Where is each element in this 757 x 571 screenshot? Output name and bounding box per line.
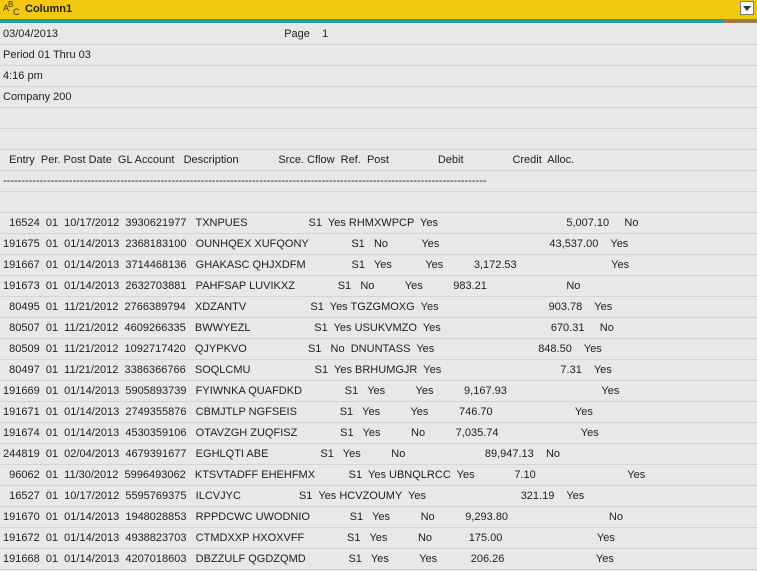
cell-text: ----------------------------------------… xyxy=(3,175,487,187)
column-title[interactable]: Column1 xyxy=(25,3,72,15)
cell-text: 16527 01 10/17/2012 5595769375 ILCVJYC S… xyxy=(3,490,585,502)
table-row[interactable]: 244819 01 02/04/2013 4679391677 EGHLQTI … xyxy=(0,444,757,465)
cell-text: 191675 01 01/14/2013 2368183100 OUNHQEX … xyxy=(3,238,629,250)
table-row[interactable]: 191667 01 01/14/2013 3714468136 GHAKASC … xyxy=(0,255,757,276)
table-row[interactable]: 191675 01 01/14/2013 2368183100 OUNHQEX … xyxy=(0,234,757,255)
cell-text: 191669 01 01/14/2013 5905893739 FYIWNKA … xyxy=(3,385,620,397)
cell-text: Company 200 xyxy=(3,91,72,103)
table-row[interactable]: 80497 01 11/21/2012 3386366766 SOQLCMU S… xyxy=(0,360,757,381)
cell-text: 191667 01 01/14/2013 3714468136 GHAKASC … xyxy=(3,259,630,271)
table-row[interactable]: 80507 01 11/21/2012 4609266335 BWWYEZL S… xyxy=(0,318,757,339)
table-row[interactable]: 80495 01 11/21/2012 2766389794 XDZANTV S… xyxy=(0,297,757,318)
cell-text: 80497 01 11/21/2012 3386366766 SOQLCMU S… xyxy=(3,364,612,376)
cell-text: Entry Per. Post Date GL Account Descript… xyxy=(3,154,575,166)
type-letter-c: C xyxy=(13,7,20,17)
cell-text: 16524 01 10/17/2012 3930621977 TXNPUES S… xyxy=(3,217,639,229)
table-row[interactable]: 03/04/2013 Page 1 xyxy=(0,24,757,45)
table-row[interactable] xyxy=(0,129,757,150)
table-row[interactable]: 191668 01 01/14/2013 4207018603 DBZZULF … xyxy=(0,549,757,570)
cell-text: 191672 01 01/14/2013 4938823703 CTMDXXP … xyxy=(3,532,615,544)
cell-text: 244819 01 02/04/2013 4679391677 EGHLQTI … xyxy=(3,448,561,460)
cell-text: 4:16 pm xyxy=(3,70,43,82)
cell-text: 191670 01 01/14/2013 1948028853 RPPDCWC … xyxy=(3,511,623,523)
table-row[interactable]: 191669 01 01/14/2013 5905893739 FYIWNKA … xyxy=(0,381,757,402)
cell-text: 80509 01 11/21/2012 1092717420 QJYPKVO S… xyxy=(3,343,602,355)
cell-text: 191674 01 01/14/2013 4530359106 OTAVZGH … xyxy=(3,427,599,439)
cell-text: Period 01 Thru 03 xyxy=(3,49,91,61)
table-row[interactable]: 191671 01 01/14/2013 2749355876 CBMJTLP … xyxy=(0,402,757,423)
cell-text: 80495 01 11/21/2012 2766389794 XDZANTV S… xyxy=(3,301,613,313)
table-row[interactable] xyxy=(0,108,757,129)
table-row[interactable]: 96062 01 11/30/2012 5996493062 KTSVTADFF… xyxy=(0,465,757,486)
table-row[interactable]: Company 200 xyxy=(0,87,757,108)
text-type-icon[interactable]: A B C xyxy=(2,0,22,18)
table-row[interactable]: Period 01 Thru 03 xyxy=(0,45,757,66)
column-filter-dropdown-button[interactable] xyxy=(740,1,754,15)
table-row[interactable] xyxy=(0,192,757,213)
cell-text: 191671 01 01/14/2013 2749355876 CBMJTLP … xyxy=(3,406,593,418)
table-row[interactable]: 80509 01 11/21/2012 1092717420 QJYPKVO S… xyxy=(0,339,757,360)
cell-text: 80507 01 11/21/2012 4609266335 BWWYEZL S… xyxy=(3,322,614,334)
table-row[interactable]: ----------------------------------------… xyxy=(0,171,757,192)
column-header[interactable]: A B C Column1 xyxy=(0,0,757,19)
table-row[interactable]: 16527 01 10/17/2012 5595769375 ILCVJYC S… xyxy=(0,486,757,507)
cell-text: 191673 01 01/14/2013 2632703881 PAHFSAP … xyxy=(3,280,581,292)
table-row[interactable]: 16524 01 10/17/2012 3930621977 TXNPUES S… xyxy=(0,213,757,234)
table-row[interactable]: 191670 01 01/14/2013 1948028853 RPPDCWC … xyxy=(0,507,757,528)
table-row[interactable]: 4:16 pm xyxy=(0,66,757,87)
table-row[interactable]: Entry Per. Post Date GL Account Descript… xyxy=(0,150,757,171)
quality-valid-segment xyxy=(0,19,723,23)
table-row[interactable]: 191673 01 01/14/2013 2632703881 PAHFSAP … xyxy=(0,276,757,297)
cell-text: 96062 01 11/30/2012 5996493062 KTSVTADFF… xyxy=(3,469,646,481)
table-row[interactable]: 191672 01 01/14/2013 4938823703 CTMDXXP … xyxy=(0,528,757,549)
cell-text: 191668 01 01/14/2013 4207018603 DBZZULF … xyxy=(3,553,614,565)
chevron-down-icon xyxy=(743,6,751,11)
data-grid: 03/04/2013 Page 1 Period 01 Thru 03 4:16 p… xyxy=(0,24,757,570)
cell-text: 03/04/2013 Page 1 xyxy=(3,28,329,40)
table-row[interactable]: 191674 01 01/14/2013 4530359106 OTAVZGH … xyxy=(0,423,757,444)
column-quality-bar xyxy=(0,19,757,23)
